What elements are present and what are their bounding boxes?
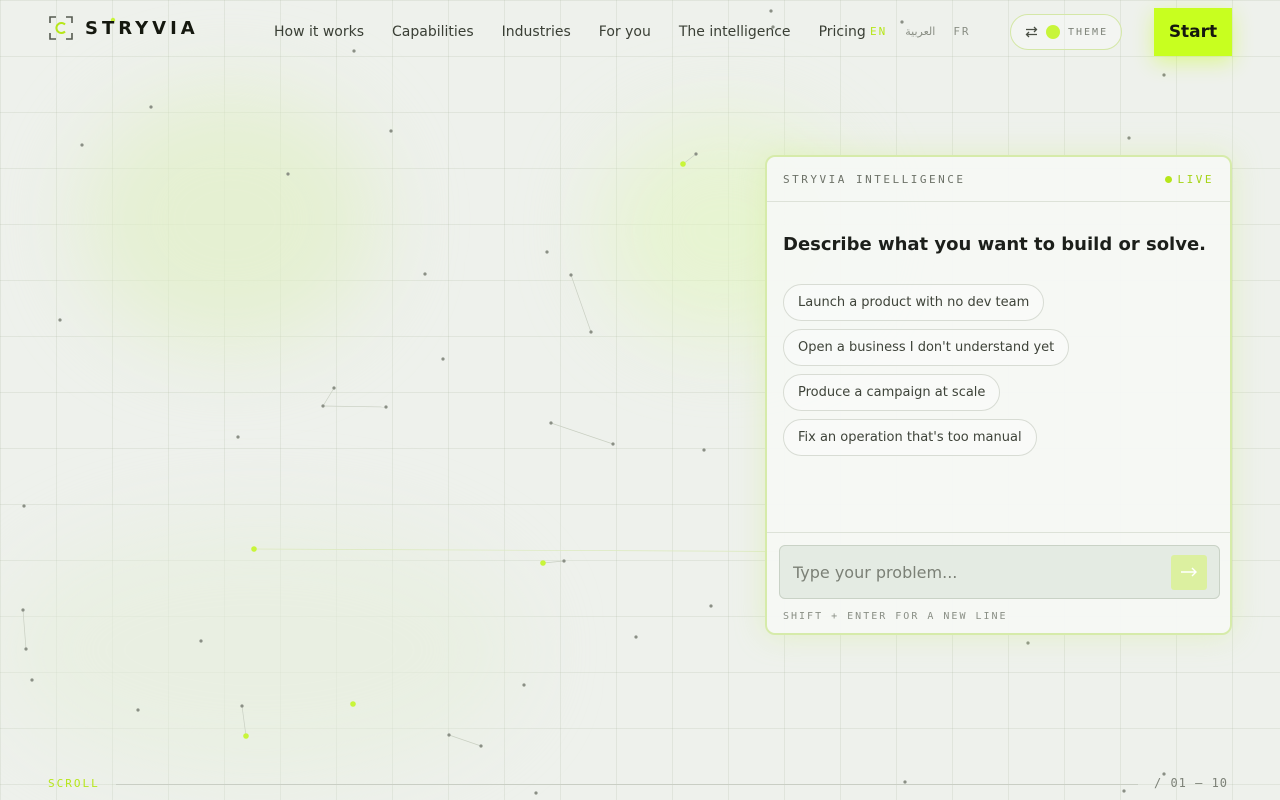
theme-toggle-button[interactable]: THEME [1010, 14, 1122, 50]
language-switcher: EN العربية FR [870, 25, 971, 38]
nav-item-for-you[interactable]: For you [599, 24, 651, 40]
nav-item-industries[interactable]: Industries [502, 24, 571, 40]
brand-logo[interactable]: STRYVIA [49, 16, 199, 40]
nav-item-pricing[interactable]: Pricing [819, 24, 866, 40]
suggestion-chip[interactable]: Fix an operation that's too manual [783, 419, 1037, 456]
nav-item-the-intelligence[interactable]: The intelligence [679, 24, 791, 40]
panel-header: STRYVIA INTELLIGENCE LIVE [767, 157, 1230, 202]
problem-input-wrapper [779, 545, 1220, 599]
arrow-right-icon [1180, 564, 1198, 582]
site-header: STRYVIA How it works Capabilities Indust… [0, 0, 1280, 64]
section-pager: / 01 — 10 [1154, 776, 1229, 790]
theme-indicator-dot [1046, 25, 1060, 39]
start-button[interactable]: Start [1154, 8, 1232, 56]
suggestion-chip[interactable]: Produce a campaign at scale [783, 374, 1001, 411]
lang-ar[interactable]: العربية [905, 25, 935, 38]
live-status: LIVE [1164, 172, 1215, 186]
bracket-logo-icon [49, 16, 73, 40]
problem-input[interactable] [780, 546, 1160, 598]
live-indicator-dot [1164, 175, 1172, 183]
prompt-heading: Describe what you want to build or solve… [783, 234, 1207, 255]
suggestion-chip[interactable]: Open a business I don't understand yet [783, 329, 1070, 366]
theme-label: THEME [1068, 26, 1109, 38]
nav-item-how-it-works[interactable]: How it works [274, 24, 364, 40]
suggestion-chip[interactable]: Launch a product with no dev team [783, 284, 1045, 321]
intelligence-panel: STRYVIA INTELLIGENCE LIVE Describe what … [765, 155, 1232, 635]
lang-fr[interactable]: FR [953, 25, 970, 38]
brand-name: STRYVIA [85, 17, 199, 39]
panel-footer: SHIFT + ENTER FOR A NEW LINE [767, 532, 1230, 633]
lang-en[interactable]: EN [870, 25, 887, 38]
scroll-progress-line [116, 784, 1138, 785]
scroll-label[interactable]: SCROLL [48, 777, 100, 790]
live-label: LIVE [1177, 172, 1214, 186]
panel-title: STRYVIA INTELLIGENCE [783, 172, 966, 186]
input-hint: SHIFT + ENTER FOR A NEW LINE [783, 611, 1008, 622]
send-button[interactable] [1171, 555, 1207, 590]
main-nav: How it works Capabilities Industries For… [274, 24, 866, 40]
suggestion-list: Launch a product with no dev team Open a… [783, 284, 1070, 456]
nav-item-capabilities[interactable]: Capabilities [392, 24, 474, 40]
sliders-icon [1025, 23, 1038, 42]
